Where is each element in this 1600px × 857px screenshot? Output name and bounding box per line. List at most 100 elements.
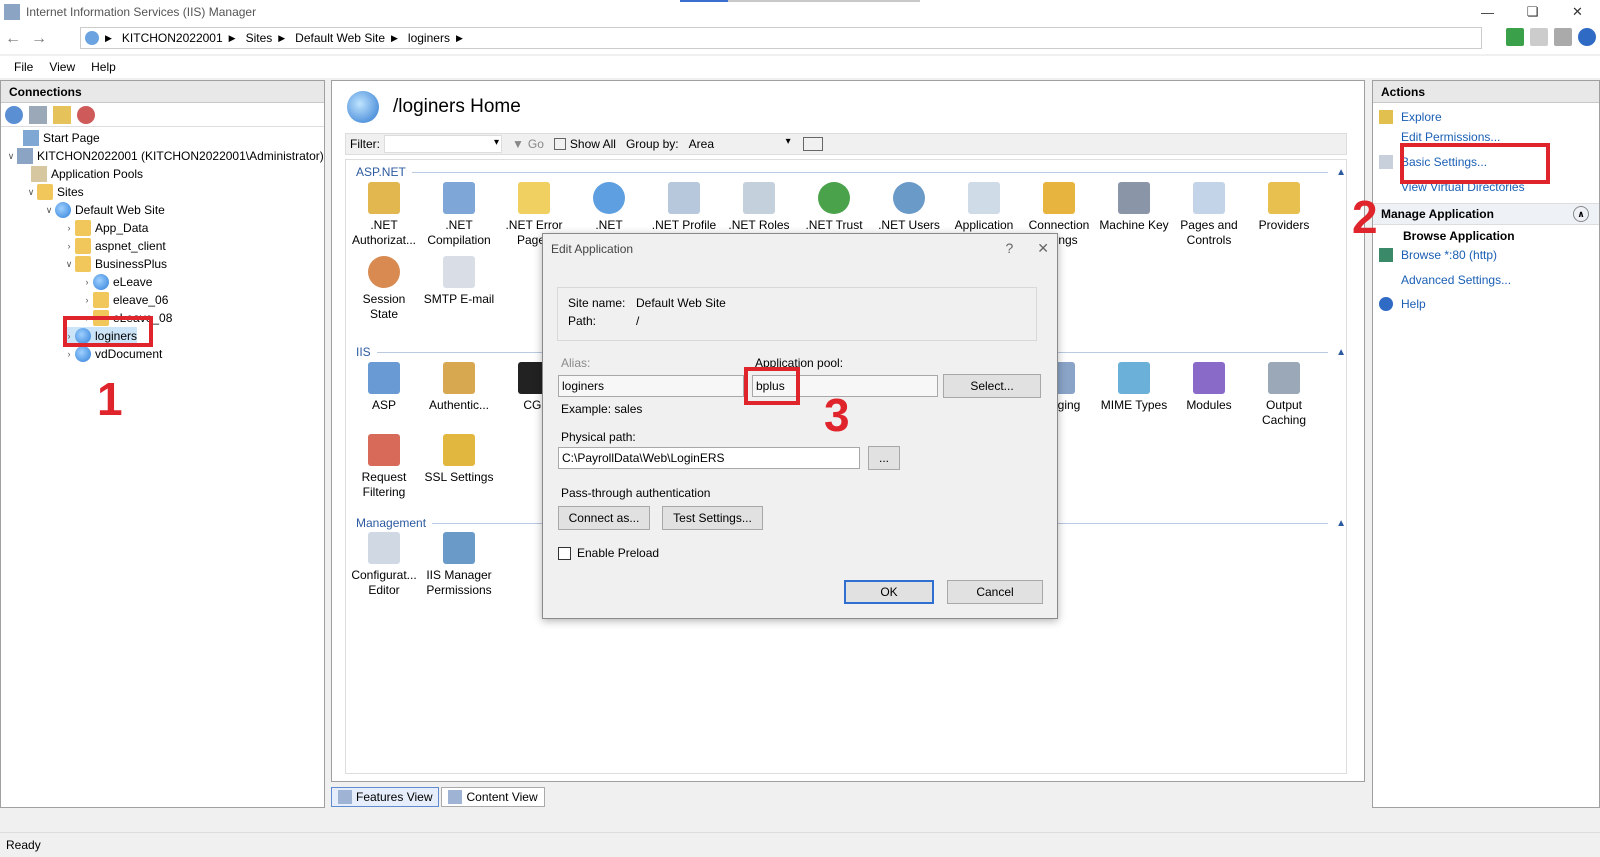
feature-iis-manager-permissions[interactable]: IIS Manager Permissions	[422, 532, 496, 598]
feature-smtp-email[interactable]: SMTP E-mail	[422, 256, 496, 307]
explore-link[interactable]: Explore	[1379, 110, 1442, 124]
home-icon[interactable]	[1554, 28, 1572, 46]
feature-net-authorization[interactable]: .NET Authorizat...	[347, 182, 421, 248]
crumb-sites[interactable]: Sites	[246, 31, 273, 45]
feature-providers[interactable]: Providers	[1247, 182, 1321, 233]
chevron-right-icon[interactable]: ›	[63, 241, 75, 251]
advanced-settings-link[interactable]: Advanced Settings...	[1379, 273, 1511, 287]
group-by-select[interactable]: Area	[685, 135, 793, 153]
feature-net-users[interactable]: .NET Users	[872, 182, 946, 233]
up-folder-icon[interactable]	[53, 105, 71, 124]
enable-preload-checkbox[interactable]	[558, 547, 571, 560]
tree-item-eleave[interactable]: › eLeave	[81, 273, 152, 291]
browse-path-button[interactable]: ...	[868, 446, 900, 470]
feature-modules[interactable]: Modules	[1172, 362, 1246, 413]
menu-help[interactable]: Help	[91, 60, 116, 74]
tree-item-sites[interactable]: ∨ Sites	[25, 183, 84, 201]
feature-mime-types[interactable]: MIME Types	[1097, 362, 1171, 413]
tab-content-view[interactable]: Content View	[441, 787, 545, 807]
tab-features-view[interactable]: Features View	[331, 787, 440, 807]
forward-arrow-icon[interactable]: →	[26, 26, 52, 52]
chevron-right-icon[interactable]: ›	[63, 349, 75, 359]
chevron-down-icon[interactable]: ∨	[43, 205, 55, 216]
section-aspnet[interactable]: ASP.NET ▲	[356, 164, 1346, 180]
chevron-down-icon[interactable]: ∨	[5, 151, 17, 162]
tree-item-eleave-06[interactable]: › eleave_06	[81, 291, 168, 309]
chevron-up-icon[interactable]: ▲	[1336, 518, 1346, 529]
minimize-button[interactable]: —	[1465, 0, 1510, 24]
chevron-up-icon[interactable]: ▲	[1336, 167, 1346, 178]
stop-icon[interactable]	[1530, 28, 1548, 46]
refresh-icon[interactable]	[1506, 28, 1524, 46]
feature-net-profile[interactable]: .NET Profile	[647, 182, 721, 233]
roles-icon	[743, 182, 775, 214]
crumb-loginers[interactable]: loginers	[408, 31, 450, 45]
chevron-right-icon[interactable]: ▶	[391, 33, 398, 44]
menu-view[interactable]: View	[49, 60, 75, 74]
filter-input[interactable]	[384, 135, 502, 153]
chevron-right-icon[interactable]: ▶	[278, 33, 285, 44]
test-settings-button[interactable]: Test Settings...	[662, 506, 763, 530]
chevron-right-icon[interactable]: ▶	[229, 33, 236, 44]
connect-as-button[interactable]: Connect as...	[558, 506, 650, 530]
feature-authentication[interactable]: Authentic...	[422, 362, 496, 413]
chevron-down-icon[interactable]: ∨	[25, 187, 37, 198]
site-name-value: Default Web Site	[636, 296, 726, 310]
chevron-right-icon[interactable]: ▶	[456, 33, 463, 44]
crumb-default-web-site[interactable]: Default Web Site	[295, 31, 385, 45]
profile-icon	[668, 182, 700, 214]
select-button[interactable]: Select...	[943, 374, 1041, 398]
edit-permissions-link[interactable]: Edit Permissions...	[1379, 130, 1500, 144]
close-icon[interactable]: ✕	[1037, 240, 1049, 257]
feature-pages-and-controls[interactable]: Pages and Controls	[1172, 182, 1246, 248]
chevron-right-icon[interactable]: ›	[81, 277, 93, 287]
close-window-button[interactable]: ✕	[1555, 0, 1600, 24]
go-button[interactable]: ▼ Go	[512, 137, 544, 151]
help-link[interactable]: Help	[1379, 297, 1426, 311]
menu-file[interactable]: File	[14, 60, 33, 74]
feature-machine-key[interactable]: Machine Key	[1097, 182, 1171, 233]
ok-button[interactable]: OK	[844, 580, 934, 604]
tree-item-start-page[interactable]: Start Page	[11, 129, 100, 147]
feature-net-trust[interactable]: .NET Trust	[797, 182, 871, 233]
feature-ssl-settings[interactable]: SSL Settings	[422, 434, 496, 485]
tree-item-app-data[interactable]: › App_Data	[63, 219, 148, 237]
feature-net-compilation[interactable]: .NET Compilation	[422, 182, 496, 248]
tree-item-businessplus[interactable]: ∨ BusinessPlus	[63, 255, 167, 273]
feature-asp[interactable]: ASP	[347, 362, 421, 413]
chevron-right-icon[interactable]: ›	[81, 295, 93, 305]
tree-item-vddocument[interactable]: › vdDocument	[63, 345, 162, 363]
chevron-right-icon[interactable]: ›	[63, 223, 75, 233]
feature-net-roles[interactable]: .NET Roles	[722, 182, 796, 233]
feature-net-globalization[interactable]: .NET	[572, 182, 646, 233]
tree-item-default-web-site[interactable]: ∨ Default Web Site	[43, 201, 165, 219]
crumb-server[interactable]: KITCHON2022001	[122, 31, 223, 45]
tree-item-server[interactable]: ∨ KITCHON2022001 (KITCHON2022001\Adminis…	[5, 147, 324, 165]
disconnect-icon[interactable]	[77, 105, 95, 124]
feature-output-caching[interactable]: Output Caching	[1247, 362, 1321, 428]
chevron-down-icon[interactable]: ∨	[63, 259, 75, 270]
physical-path-input[interactable]: C:\PayrollData\Web\LoginERS	[558, 447, 860, 469]
tree-item-aspnet-client[interactable]: › aspnet_client	[63, 237, 166, 255]
feature-application-settings[interactable]: Application	[947, 182, 1021, 233]
feature-configuration-editor[interactable]: Configurat... Editor	[347, 532, 421, 598]
connect-icon[interactable]	[5, 105, 23, 124]
edit-permissions-icon	[1379, 130, 1393, 144]
feature-request-filtering[interactable]: Request Filtering	[347, 434, 421, 500]
restore-button[interactable]: ❏	[1510, 0, 1555, 24]
alias-input[interactable]: loginers	[558, 375, 744, 397]
help-icon[interactable]: ?	[1005, 240, 1013, 257]
back-arrow-icon[interactable]: ←	[0, 26, 26, 52]
view-mode-icon[interactable]	[802, 137, 823, 151]
chevron-up-icon[interactable]: ▲	[1336, 347, 1346, 358]
chevron-right-icon[interactable]: ▶	[105, 33, 112, 44]
breadcrumb[interactable]: ▶ KITCHON2022001 ▶ Sites ▶ Default Web S…	[80, 27, 1482, 49]
show-all-button[interactable]: Show All	[553, 137, 616, 151]
help-icon[interactable]	[1578, 28, 1596, 46]
cancel-button[interactable]: Cancel	[947, 580, 1043, 604]
chevron-up-icon[interactable]: ∧	[1573, 206, 1589, 222]
feature-session-state[interactable]: Session State	[347, 256, 421, 322]
tree-item-app-pools[interactable]: Application Pools	[31, 165, 143, 183]
save-icon[interactable]	[29, 105, 47, 124]
browse-link[interactable]: Browse *:80 (http)	[1379, 248, 1497, 262]
